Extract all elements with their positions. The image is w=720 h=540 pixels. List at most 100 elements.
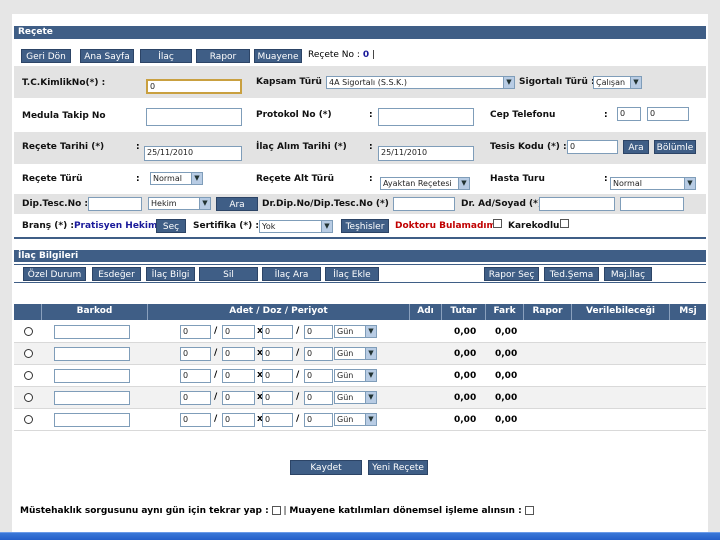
- adet-input[interactable]: 0: [180, 325, 211, 339]
- barkod-input[interactable]: [54, 413, 130, 427]
- doz2-input[interactable]: 0: [262, 413, 293, 427]
- hasta-turu-select[interactable]: Normal ▼: [610, 177, 696, 190]
- tesis-ara-button[interactable]: Ara: [623, 140, 649, 154]
- sigortali-select[interactable]: Çalışan ▼: [593, 76, 642, 89]
- ilac-ara-button[interactable]: İlaç Ara: [262, 267, 321, 281]
- adet-input[interactable]: 0: [180, 347, 211, 361]
- ilac-bilgileri-title: İlaç Bilgileri: [18, 251, 79, 261]
- row-select-radio[interactable]: [24, 393, 33, 402]
- doz1-input[interactable]: 0: [222, 391, 255, 405]
- chevron-down-icon: ▼: [630, 77, 641, 88]
- periyot-unit-select[interactable]: Gün ▼: [334, 347, 377, 360]
- barkod-input[interactable]: [54, 369, 130, 383]
- toolbar: Geri Dön Ana Sayfa İlaç Rapor Muayene Re…: [14, 46, 706, 64]
- barkod-input[interactable]: [54, 391, 130, 405]
- adet-input[interactable]: 0: [180, 369, 211, 383]
- periyot-unit-select[interactable]: Gün ▼: [334, 391, 377, 404]
- protokol-input[interactable]: [378, 108, 474, 126]
- doktoru-bulamadim-link[interactable]: Doktoru Bulamadım: [395, 221, 496, 231]
- row-select-radio[interactable]: [24, 327, 33, 336]
- slash-separator: /: [296, 414, 300, 424]
- doz2-input[interactable]: 0: [262, 347, 293, 361]
- tc-label: T.C.KimlikNo(*) :: [22, 78, 106, 88]
- cep-input-2[interactable]: 0: [647, 107, 689, 121]
- medula-input[interactable]: [146, 108, 242, 126]
- tutar-value: 0,00: [454, 371, 477, 381]
- ilac-button[interactable]: İlaç: [140, 49, 192, 63]
- maj-ilac-button[interactable]: Maj.İlaç: [604, 267, 652, 281]
- ilac-bilgi-button[interactable]: İlaç Bilgi: [146, 267, 195, 281]
- sertifika-select[interactable]: Yok ▼: [259, 220, 333, 233]
- recete-turu-select[interactable]: Normal ▼: [150, 172, 203, 185]
- ilac-alim-input[interactable]: 25/11/2010: [378, 146, 474, 161]
- adet-input[interactable]: 0: [180, 391, 211, 405]
- adet-input[interactable]: 0: [180, 413, 211, 427]
- periyot-input[interactable]: 0: [304, 347, 333, 361]
- doktoru-bulamadim-checkbox[interactable]: [493, 219, 502, 228]
- muayene-katilim-label: Muayene katılımları dönemsel işleme alın…: [289, 506, 522, 516]
- dr-ad-input[interactable]: [539, 197, 615, 211]
- fark-value: 0,00: [495, 327, 518, 337]
- cep-input-1[interactable]: 0: [617, 107, 641, 121]
- doz2-input[interactable]: 0: [262, 369, 293, 383]
- ana-sayfa-button[interactable]: Ana Sayfa: [80, 49, 134, 63]
- periyot-input[interactable]: 0: [304, 369, 333, 383]
- recete-tarihi-input[interactable]: 25/11/2010: [144, 146, 242, 161]
- doz1-input[interactable]: 0: [222, 325, 255, 339]
- form-row-doktor: Dip.Tesc.No : Hekim ▼ Ara Dr.Dip.No/Dip.T…: [14, 194, 706, 214]
- protokol-colon: :: [369, 110, 373, 120]
- rapor-header: Rapor: [524, 304, 572, 320]
- hasta-turu-colon: :: [604, 174, 608, 184]
- doz2-input[interactable]: 0: [262, 391, 293, 405]
- hekim-value: Hekim: [151, 199, 177, 208]
- row-select-radio[interactable]: [24, 349, 33, 358]
- muayene-button[interactable]: Muayene: [254, 49, 302, 63]
- kaydet-button[interactable]: Kaydet: [290, 460, 362, 475]
- bolumler-button[interactable]: Bölümle: [654, 140, 696, 154]
- periyot-unit-select[interactable]: Gün ▼: [334, 369, 377, 382]
- ozel-durum-button[interactable]: Özel Durum: [23, 267, 86, 281]
- dr-soyad-input[interactable]: [620, 197, 684, 211]
- row-select-radio[interactable]: [24, 371, 33, 380]
- medula-label: Medula Takip No: [22, 111, 106, 121]
- recete-no-suffix: |: [371, 50, 375, 60]
- ilac-ekle-button[interactable]: İlaç Ekle: [325, 267, 379, 281]
- yeni-recete-button[interactable]: Yeni Reçete: [368, 460, 428, 475]
- mustehaklik-checkbox[interactable]: [271, 506, 281, 515]
- rapor-sec-button[interactable]: Rapor Seç: [484, 267, 539, 281]
- periyot-unit-select[interactable]: Gün ▼: [334, 325, 377, 338]
- rapor-button[interactable]: Rapor: [196, 49, 250, 63]
- ted-sema-button[interactable]: Ted.Şema: [544, 267, 599, 281]
- karekodlu-checkbox[interactable]: [560, 219, 569, 228]
- slash-separator: /: [214, 414, 218, 424]
- hekim-select[interactable]: Hekim ▼: [148, 197, 211, 210]
- doz2-input[interactable]: 0: [262, 325, 293, 339]
- hekim-ara-button[interactable]: Ara: [216, 197, 258, 211]
- alt-turu-select[interactable]: Ayaktan Reçetesi ▼: [380, 177, 470, 190]
- kapsam-select[interactable]: 4A Sigortalı (S.S.K.) ▼: [326, 76, 515, 89]
- periyot-unit-select[interactable]: Gün ▼: [334, 413, 377, 426]
- muayene-katilim-checkbox[interactable]: [524, 506, 534, 515]
- row-select-radio[interactable]: [24, 415, 33, 424]
- doz1-input[interactable]: 0: [222, 413, 255, 427]
- dip-tesc-input[interactable]: [88, 197, 142, 211]
- periyot-input[interactable]: 0: [304, 325, 333, 339]
- doz1-input[interactable]: 0: [222, 347, 255, 361]
- barkod-input[interactable]: [54, 325, 130, 339]
- periyot-input[interactable]: 0: [304, 413, 333, 427]
- tc-input[interactable]: 0: [146, 79, 242, 94]
- kapsam-label: Kapsam Türü :: [256, 77, 329, 87]
- sigortali-label: Sigortalı Türü :: [519, 77, 595, 87]
- dr-dip-input[interactable]: [393, 197, 455, 211]
- esdeger-button[interactable]: Esdeğer: [92, 267, 141, 281]
- geri-don-button[interactable]: Geri Dön: [21, 49, 71, 63]
- doz1-input[interactable]: 0: [222, 369, 255, 383]
- brans-sec-button[interactable]: Seç: [156, 219, 186, 233]
- sil-button[interactable]: Sil: [199, 267, 258, 281]
- barkod-input[interactable]: [54, 347, 130, 361]
- periyot-input[interactable]: 0: [304, 391, 333, 405]
- teshisler-button[interactable]: Teşhisler: [341, 219, 389, 233]
- chevron-down-icon: ▼: [365, 326, 376, 337]
- tesis-input[interactable]: 0: [567, 140, 618, 154]
- chevron-down-icon: ▼: [191, 173, 202, 184]
